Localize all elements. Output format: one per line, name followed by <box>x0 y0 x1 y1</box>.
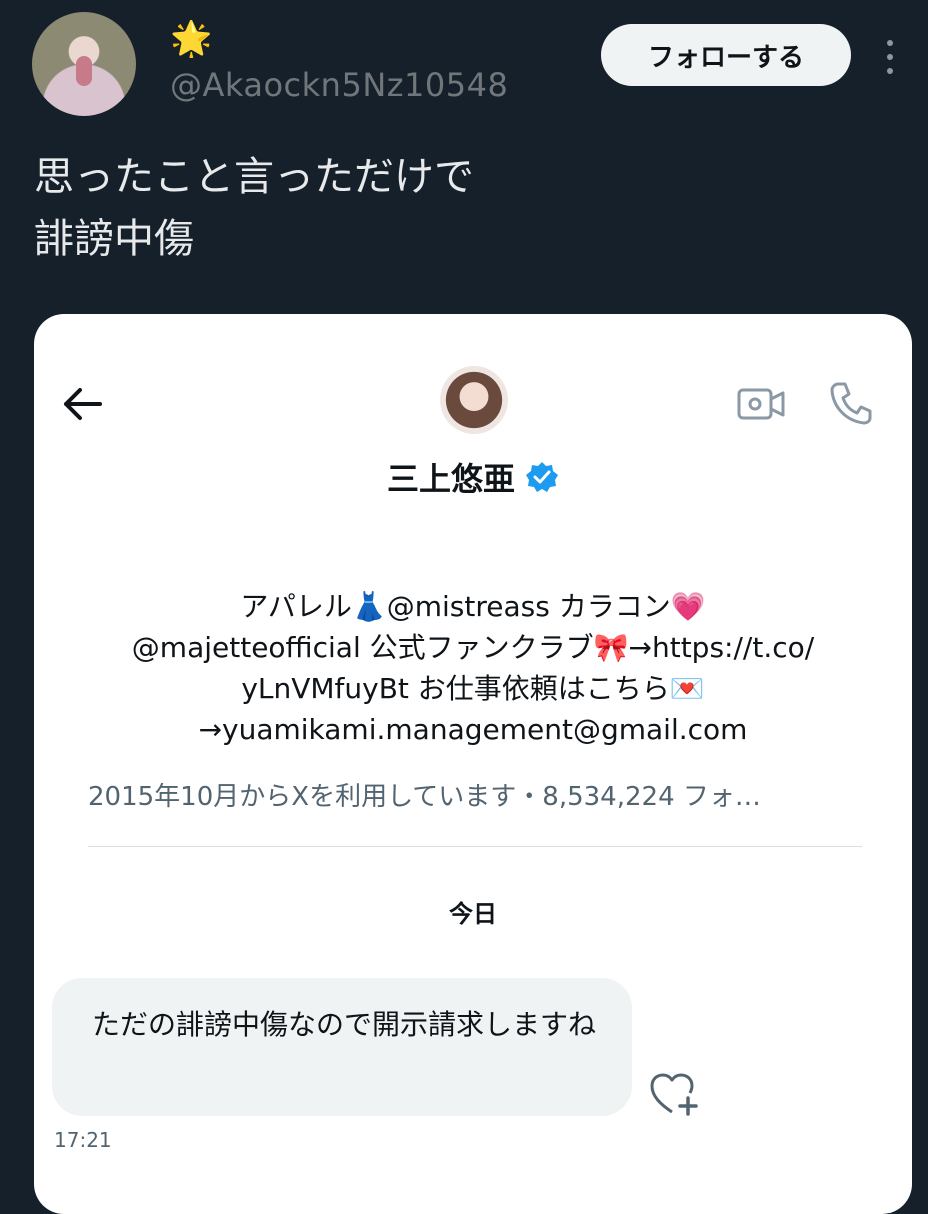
verified-badge-icon <box>526 462 558 492</box>
tweet-text-line: 誹謗中傷 <box>34 216 194 262</box>
tweet-text-line: 思ったこと言っただけで <box>34 154 474 200</box>
ribbon-emoji: 🎀 <box>593 631 629 664</box>
add-reaction-icon[interactable] <box>648 1070 702 1118</box>
bio-link[interactable]: →https://t.co/ <box>629 631 815 664</box>
dm-display-name: 三上悠亜 <box>34 454 912 500</box>
message-bubble[interactable]: ただの誹謗中傷なので開示請求しますね <box>52 978 632 1116</box>
date-divider: 今日 <box>449 900 497 928</box>
dm-bio: アパレル👗@mistreass カラコン💗 @majetteofficial 公… <box>74 586 872 750</box>
message-text: ただの誹謗中傷なので開示請求しますね <box>92 1008 597 1041</box>
attached-screenshot[interactable]: 三上悠亜 アパレル👗@mistreass カラコン💗 @majetteoffic… <box>34 314 912 1214</box>
joined-info: 2015年10月からXを利用しています・8,534,224 フォ… <box>88 782 761 812</box>
envelope-emoji: 💌 <box>669 672 705 705</box>
bio-line: @majetteofficial 公式ファンクラブ🎀→https://t.co/ <box>74 627 872 668</box>
dress-emoji: 👗 <box>351 590 387 623</box>
bio-line: アパレル👗@mistreass カラコン💗 <box>74 586 872 627</box>
more-vertical-icon[interactable] <box>882 40 898 74</box>
bio-text[interactable]: @mistreass カラコン <box>387 590 671 623</box>
follow-button[interactable]: フォローする <box>601 24 851 86</box>
dm-avatar[interactable] <box>440 366 508 434</box>
message-timestamp: 17:21 <box>54 1128 112 1152</box>
bio-text: アパレル <box>240 590 352 623</box>
tweet-text: 思ったこと言っただけで 誹謗中傷 <box>34 146 834 270</box>
author-handle[interactable]: @Akaockn5Nz10548 <box>170 66 508 104</box>
heart-emoji: 💗 <box>670 590 706 623</box>
bio-line[interactable]: →yuamikami.management@gmail.com <box>74 709 872 750</box>
back-arrow-icon[interactable] <box>60 384 104 424</box>
divider <box>88 846 862 847</box>
bio-line: yLnVMfuyBt お仕事依頼はこちら💌 <box>74 668 872 709</box>
dm-name-text: 三上悠亜 <box>386 460 515 498</box>
video-call-icon[interactable] <box>736 384 786 424</box>
bio-text[interactable]: yLnVMfuyBt お仕事依頼はこちら <box>241 672 670 705</box>
bio-text[interactable]: @majetteofficial 公式ファンクラブ <box>132 631 594 664</box>
author-avatar[interactable] <box>32 12 136 116</box>
author-display-name[interactable]: 🌟 <box>170 22 212 56</box>
phone-icon[interactable] <box>828 380 872 426</box>
